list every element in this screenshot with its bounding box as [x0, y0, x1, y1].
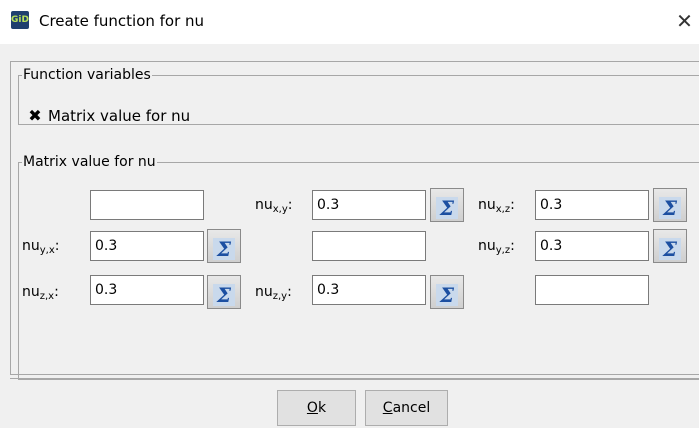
nu-xy-function-button[interactable]: Σ: [430, 188, 464, 222]
window-title: Create function for nu: [39, 12, 205, 30]
matrix-value-legend: Matrix value for nu: [23, 154, 156, 170]
nu-zz-input[interactable]: [535, 275, 649, 305]
nu-zx-function-button[interactable]: Σ: [207, 275, 241, 309]
nu-yy-input[interactable]: [312, 231, 426, 261]
nu-yx-label: nuy,x:: [22, 238, 60, 256]
nu-xy-input[interactable]: [312, 190, 426, 220]
cancel-mnemonic: C: [382, 400, 393, 416]
nu-zx-input[interactable]: [90, 275, 204, 305]
matrix-value-group: Matrix value for nu: [18, 154, 699, 380]
nu-zy-label: nuz,y:: [255, 284, 292, 302]
sigma-icon: Σ: [213, 283, 235, 306]
sigma-icon: Σ: [213, 237, 235, 260]
nu-yz-label: nuy,z:: [478, 238, 515, 256]
nu-yx-function-button[interactable]: Σ: [207, 229, 241, 263]
function-variables-legend: Function variables: [23, 67, 151, 83]
sigma-icon: Σ: [659, 237, 681, 260]
cancel-button[interactable]: Cancel: [365, 390, 448, 426]
nu-zy-input[interactable]: [312, 275, 426, 305]
sigma-icon: Σ: [659, 196, 681, 219]
nu-zx-label: nuz,x:: [22, 284, 59, 302]
ok-button[interactable]: Ok: [277, 390, 356, 426]
matrix-value-checkbox-label: Matrix value for nu: [48, 107, 191, 125]
title-bar: GiD Create function for nu ✕: [0, 0, 699, 44]
nu-zy-function-button[interactable]: Σ: [430, 275, 464, 309]
gid-app-icon: GiD: [11, 11, 29, 29]
nu-xx-input[interactable]: [90, 190, 204, 220]
nu-yz-input[interactable]: [535, 231, 649, 261]
cancel-label-rest: ancel: [392, 400, 431, 416]
sigma-icon: Σ: [436, 283, 458, 306]
ok-mnemonic: O: [306, 400, 318, 416]
nu-xy-label: nux,y:: [255, 197, 293, 215]
nu-xz-input[interactable]: [535, 190, 649, 220]
ok-label-rest: k: [317, 400, 327, 416]
footer-divider: [10, 378, 699, 379]
matrix-value-checkbox[interactable]: ✖: [27, 108, 43, 124]
nu-xz-function-button[interactable]: Σ: [653, 188, 687, 222]
nu-yz-function-button[interactable]: Σ: [653, 229, 687, 263]
close-icon[interactable]: ✕: [670, 7, 699, 35]
nu-yx-input[interactable]: [90, 231, 204, 261]
sigma-icon: Σ: [436, 196, 458, 219]
nu-xz-label: nux,z:: [478, 197, 515, 215]
